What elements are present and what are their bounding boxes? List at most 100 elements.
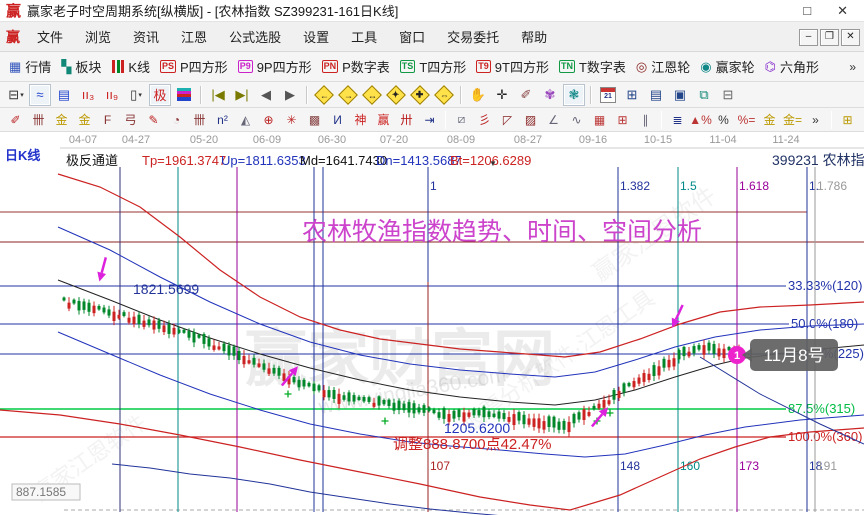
tool-scale-ruler-icon[interactable]: ≣ — [667, 110, 688, 130]
tool-pan-hand-icon[interactable]: ✋ — [467, 84, 489, 106]
tool-coil-tool-icon[interactable]: 弓 — [120, 110, 141, 130]
tool-calculator-icon[interactable]: ⊞ — [621, 84, 643, 106]
menu-item-2[interactable]: 资讯 — [122, 27, 170, 46]
tool-trend-tool-icon[interactable]: ≈ — [29, 84, 51, 106]
tool-pointer-edit-icon[interactable]: ✐ — [515, 84, 537, 106]
mdi-restore-button[interactable]: ❐ — [820, 29, 839, 46]
tool-kline-style-icon[interactable]: ⊟▾ — [5, 84, 27, 106]
menu-item-7[interactable]: 窗口 — [388, 27, 436, 46]
toolbar-button-winner-wheel[interactable]: ◉赢家轮 — [700, 57, 754, 76]
tool-gold-square-1-icon[interactable]: 金 — [51, 110, 72, 130]
toolbar-button-sectors[interactable]: ▚板块 — [61, 57, 101, 76]
tool-tally-fence-2-icon[interactable]: 卌 — [189, 110, 210, 130]
toolbar-button-gann-wheel[interactable]: ◎江恩轮 — [636, 57, 690, 76]
tool-gold-lines-icon[interactable]: 金= — [782, 110, 803, 130]
tool-prev-page-icon[interactable]: ◀ — [255, 84, 277, 106]
tool-pattern-box-icon[interactable]: ▩ — [304, 110, 325, 130]
tool-tab-right-icon[interactable]: ⇥ — [419, 110, 440, 130]
tool-percent-retrace-icon[interactable]: ▲% — [690, 110, 711, 130]
tool-info-panel-icon[interactable]: ▤ — [53, 84, 75, 106]
tool-shen-tool-icon[interactable]: 神 — [350, 110, 371, 130]
tool-zigzag-icon[interactable]: ∿ — [566, 110, 587, 130]
toolbar-main-overflow[interactable]: » — [849, 60, 856, 74]
price-annotation[interactable]: 调整888.8700点42.47% — [393, 436, 551, 453]
tool-overflow-2-icon[interactable]: » — [860, 110, 864, 130]
menu-item-5[interactable]: 设置 — [292, 27, 340, 46]
tool-red-marker-icon[interactable]: ✎ — [143, 110, 164, 130]
tool-yellow-grid-icon[interactable]: ⊞ — [837, 110, 858, 130]
toolbar-button-t-square[interactable]: TST四方形 — [400, 57, 466, 76]
tool-restore-view-icon[interactable]: ⇔ — [433, 84, 455, 106]
tool-grid-123-icon[interactable]: 卅 — [396, 110, 417, 130]
tool-bars-3-icon[interactable]: ıı₃ — [77, 84, 99, 106]
menu-item-8[interactable]: 交易委托 — [436, 27, 510, 46]
tool-box-diag-icon[interactable]: ⧄ — [451, 110, 472, 130]
tool-red-grid-2-icon[interactable]: ⊞ — [612, 110, 633, 130]
tool-ying-tool-icon[interactable]: 赢 — [373, 110, 394, 130]
tool-expand-all-icon[interactable]: ✚ — [409, 84, 431, 106]
tool-f-ruler-icon[interactable]: F — [97, 110, 118, 130]
menu-item-6[interactable]: 工具 — [340, 27, 388, 46]
tool-compress-h-icon[interactable]: ✦ — [385, 84, 407, 106]
tool-angle-lines-icon[interactable]: ∠ — [543, 110, 564, 130]
tool-scribble-tool-icon[interactable]: ❃ — [563, 84, 585, 106]
menu-item-1[interactable]: 浏览 — [74, 27, 122, 46]
toolbar-button-p-number-table[interactable]: PNP数字表 — [322, 57, 390, 76]
tool-hatch-box-icon[interactable]: ▨ — [520, 110, 541, 130]
tool-channel-toggle-icon[interactable]: 极 — [149, 84, 171, 106]
dropdown-hint-icon[interactable]: ▼ — [489, 159, 497, 168]
toolbar-button-t-number-table[interactable]: TNT数字表 — [559, 57, 626, 76]
menu-item-4[interactable]: 公式选股 — [218, 27, 292, 46]
toolbar-button-9t-square[interactable]: T99T四方形 — [476, 57, 549, 76]
tool-bars-9-icon[interactable]: ıı₉ — [101, 84, 123, 106]
annotation-arrow[interactable] — [95, 256, 110, 282]
tool-wave-mark-icon[interactable]: И — [327, 110, 348, 130]
tool-angle-compass-icon[interactable]: ◭ — [235, 110, 256, 130]
mdi-close-button[interactable]: ✕ — [841, 29, 860, 46]
close-button[interactable]: ✕ — [837, 3, 848, 19]
tool-percent-lines-icon[interactable]: %= — [736, 110, 757, 130]
price-annotation[interactable]: 1205.6200 — [444, 420, 510, 436]
tool-color-kline-icon[interactable] — [173, 84, 195, 106]
tool-n-squared-icon[interactable]: n² — [212, 110, 233, 130]
tool-ray-star-icon[interactable]: ✳ — [281, 110, 302, 130]
toolbar-button-9p-square[interactable]: P99P四方形 — [238, 57, 312, 76]
tool-print-icon[interactable]: ⊟ — [717, 84, 739, 106]
menu-item-3[interactable]: 江恩 — [170, 27, 218, 46]
toolbar-button-p-square[interactable]: PSP四方形 — [160, 57, 228, 76]
kline-chart[interactable]: 赢家财富网www.yingjia360.com赢家江恩软件股票分析软件·江恩工具… — [0, 132, 864, 515]
maximize-button[interactable]: □ — [803, 3, 811, 19]
tool-save-icon[interactable]: ▣ — [669, 84, 691, 106]
tool-fan-box-icon[interactable]: ◸ — [497, 110, 518, 130]
tool-gold-square-2-icon[interactable]: 金 — [74, 110, 95, 130]
tool-fan-rays-icon[interactable]: 彡 — [474, 110, 495, 130]
toolbar-button-hexagon[interactable]: ⌬六角形 — [765, 57, 819, 76]
tool-candle-width-icon[interactable]: ▯▾ — [125, 84, 147, 106]
tool-first-page-icon[interactable]: |◀ — [207, 84, 229, 106]
tool-overflow-1-icon[interactable]: » — [805, 110, 826, 130]
price-annotation[interactable]: 1821.5699 — [133, 281, 199, 297]
tool-gold-circle-icon[interactable]: 金 — [759, 110, 780, 130]
tool-shift-left-icon[interactable]: ← — [313, 84, 335, 106]
tool-cards-icon[interactable]: ⧉ — [693, 84, 715, 106]
tool-parallel-lines-icon[interactable]: ∥ — [635, 110, 656, 130]
tool-last-page-icon[interactable]: ▶| — [231, 84, 253, 106]
analysis-annotation[interactable]: 农林牧渔指数趋势、时间、空间分析 — [302, 218, 702, 246]
mdi-minimize-button[interactable]: – — [799, 29, 818, 46]
tool-next-page-icon[interactable]: ▶ — [279, 84, 301, 106]
tool-time-clock-icon[interactable]: ◔ — [166, 110, 187, 130]
tool-draw-pen-icon[interactable]: ✐ — [5, 110, 26, 130]
menu-item-9[interactable]: 帮助 — [510, 27, 558, 46]
toolbar-button-quotes[interactable]: ▦行情 — [9, 57, 51, 76]
toolbar-button-kline[interactable]: K线 — [111, 57, 150, 76]
tool-gann-circle-icon[interactable]: ⊕ — [258, 110, 279, 130]
tool-calendar-icon[interactable]: 21 — [597, 84, 619, 106]
tool-tally-fence-icon[interactable]: 卌 — [28, 110, 49, 130]
tool-expand-h-icon[interactable]: ↔ — [361, 84, 383, 106]
tool-red-grid-icon[interactable]: ▦ — [589, 110, 610, 130]
tool-shift-right-icon[interactable]: → — [337, 84, 359, 106]
tool-crosshair-icon[interactable]: ✛ — [491, 84, 513, 106]
tool-percent-icon[interactable]: % — [713, 110, 734, 130]
menu-item-0[interactable]: 文件 — [26, 27, 74, 46]
tool-flower-tool-icon[interactable]: ✾ — [539, 84, 561, 106]
